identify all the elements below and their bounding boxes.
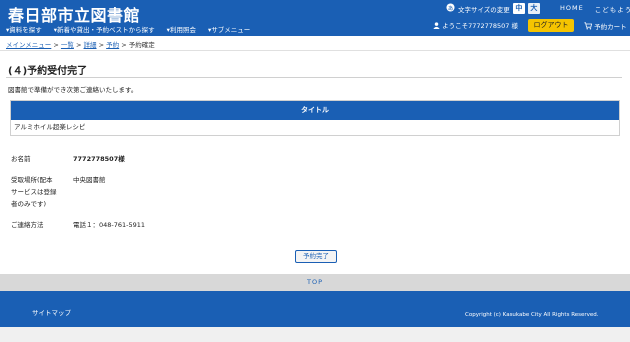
user-icon (433, 21, 440, 31)
site-footer: サイトマップ Copyright (c) Kasukabe City All R… (0, 291, 630, 327)
cart-label: 予約カート (594, 23, 627, 31)
nav-item-label: 新着や貸出・予約ベストから探す (57, 26, 155, 34)
nav-item-inquiry[interactable]: ▾利用照会 (167, 24, 196, 34)
nav-item-submenu[interactable]: ▾サブメニュー (208, 24, 250, 34)
cart-link[interactable]: 予約カート (584, 21, 627, 32)
top-links: HOME こどもよう (560, 4, 630, 14)
breadcrumb-separator: > (98, 41, 105, 49)
pickup-label-line1: 受取場所(配本 (11, 176, 53, 184)
site-header: 春日部市立図書館 あ 文字サイズの変更 中 大 HOME こどもよう ▾資料を探… (0, 0, 630, 36)
name-value: 7772778507様 (73, 155, 125, 163)
font-size-medium-button[interactable]: 中 (512, 3, 525, 14)
main-nav: ▾資料を探す ▾新着や貸出・予約ベストから探す ▾利用照会 ▾サブメニュー (6, 24, 250, 34)
nav-item-new-best[interactable]: ▾新着や貸出・予約ベストから探す (54, 24, 155, 34)
breadcrumb-list[interactable]: 一覧 (61, 41, 74, 49)
contact-value: 電話１：048-761-5911 (73, 221, 146, 229)
logout-button[interactable]: ログアウト (528, 19, 574, 32)
nav-item-label: サブメニュー (211, 26, 251, 34)
name-label: お名前 (11, 155, 31, 163)
welcome-text: ようこそ7772778507 様 (442, 22, 518, 30)
breadcrumb-separator: > (76, 41, 82, 49)
font-size-large-button[interactable]: 大 (527, 3, 540, 14)
to-top-link[interactable]: TOP (0, 274, 630, 291)
breadcrumb-separator: > (53, 41, 59, 49)
title-divider (6, 77, 622, 78)
pickup-label-line2: サービスは登録 (11, 188, 57, 196)
font-size-label: 文字サイズの変更 (458, 5, 510, 14)
breadcrumb-current: 予約確定 (128, 41, 155, 49)
page-title: (４)予約受付完了 (8, 66, 88, 77)
font-size-switcher: あ 文字サイズの変更 中 大 (446, 3, 540, 14)
nav-item-search[interactable]: ▾資料を探す (6, 24, 42, 34)
breadcrumb: メインメニュー > 一覧 > 詳細 > 予約 > 予約確定 (6, 39, 155, 49)
table-header-title: タイトル (11, 101, 619, 120)
text-size-icon: あ (446, 3, 455, 14)
breadcrumb-separator: > (121, 41, 127, 49)
home-link[interactable]: HOME (560, 4, 584, 14)
bottom-band (0, 327, 630, 342)
kids-link[interactable]: こどもよう (595, 4, 630, 14)
cart-icon (584, 22, 593, 32)
lead-text: 図書館で準備ができ次第ご連絡いたします。 (8, 86, 138, 94)
contact-label: ご連絡方法 (11, 221, 44, 229)
svg-text:あ: あ (448, 5, 453, 12)
nav-item-label: 資料を探す (9, 26, 42, 34)
breadcrumb-main-menu[interactable]: メインメニュー (6, 41, 51, 49)
breadcrumb-divider (0, 50, 630, 51)
welcome-message: ようこそ7772778507 様 (433, 20, 518, 31)
reservation-table: タイトル アルミホイル超楽レシピ (10, 100, 620, 136)
sitemap-link[interactable]: サイトマップ (32, 307, 71, 317)
reserve-complete-button[interactable]: 予約完了 (295, 250, 337, 263)
pickup-label-line3: 者のみです) (11, 200, 47, 208)
table-row: アルミホイル超楽レシピ (11, 120, 619, 135)
breadcrumb-detail[interactable]: 詳細 (84, 41, 97, 49)
nav-item-label: 利用照会 (169, 26, 196, 34)
breadcrumb-reserve[interactable]: 予約 (106, 41, 119, 49)
copyright-text: Copyright (c) Kasukabe City All Rights R… (465, 312, 599, 318)
pickup-value: 中央図書館 (73, 176, 106, 184)
site-logo[interactable]: 春日部市立図書館 (8, 2, 140, 26)
